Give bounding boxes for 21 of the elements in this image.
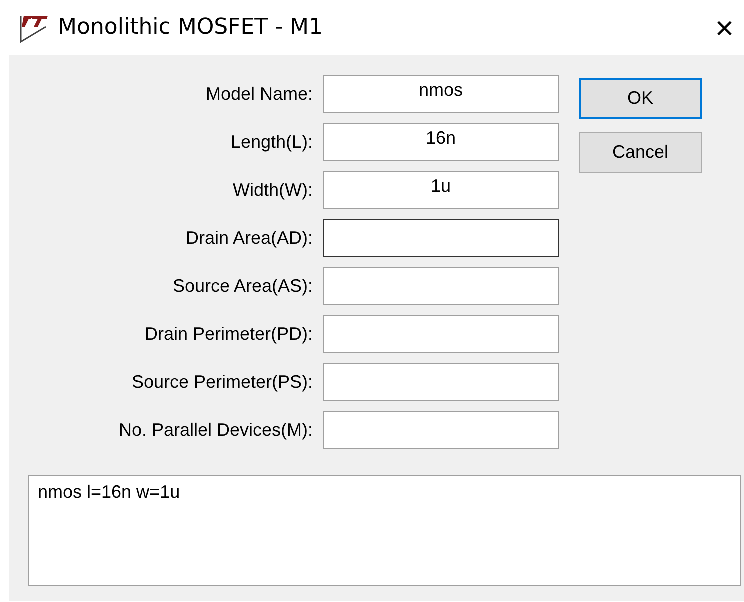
input-field[interactable] bbox=[323, 267, 559, 305]
field-label: Drain Area(AD): bbox=[186, 228, 314, 248]
input-field[interactable] bbox=[323, 219, 559, 257]
input-field[interactable] bbox=[323, 411, 559, 449]
field-label: Source Perimeter(PS): bbox=[132, 372, 314, 392]
field-label: Length(L): bbox=[230, 132, 314, 152]
window-title: Monolithic MOSFET - M1 bbox=[58, 15, 323, 40]
field-label: Width(W): bbox=[233, 180, 314, 200]
netlist-preview: nmos l=16n w=1u bbox=[28, 475, 741, 586]
input-field[interactable] bbox=[323, 315, 559, 353]
cancel-button[interactable]: Cancel bbox=[579, 132, 702, 173]
ok-button[interactable]: OK bbox=[579, 78, 702, 119]
field-label: No. Parallel Devices(M): bbox=[118, 420, 314, 440]
input-field[interactable]: 1u bbox=[323, 171, 559, 209]
field-label: Drain Perimeter(PD): bbox=[144, 324, 314, 344]
input-field[interactable] bbox=[323, 363, 559, 401]
close-button[interactable]: × bbox=[715, 12, 734, 44]
field-label: Model Name: bbox=[206, 84, 314, 104]
input-field[interactable]: nmos bbox=[323, 75, 559, 113]
input-field[interactable]: 16n bbox=[323, 123, 559, 161]
field-label: Source Area(AS): bbox=[172, 276, 314, 296]
